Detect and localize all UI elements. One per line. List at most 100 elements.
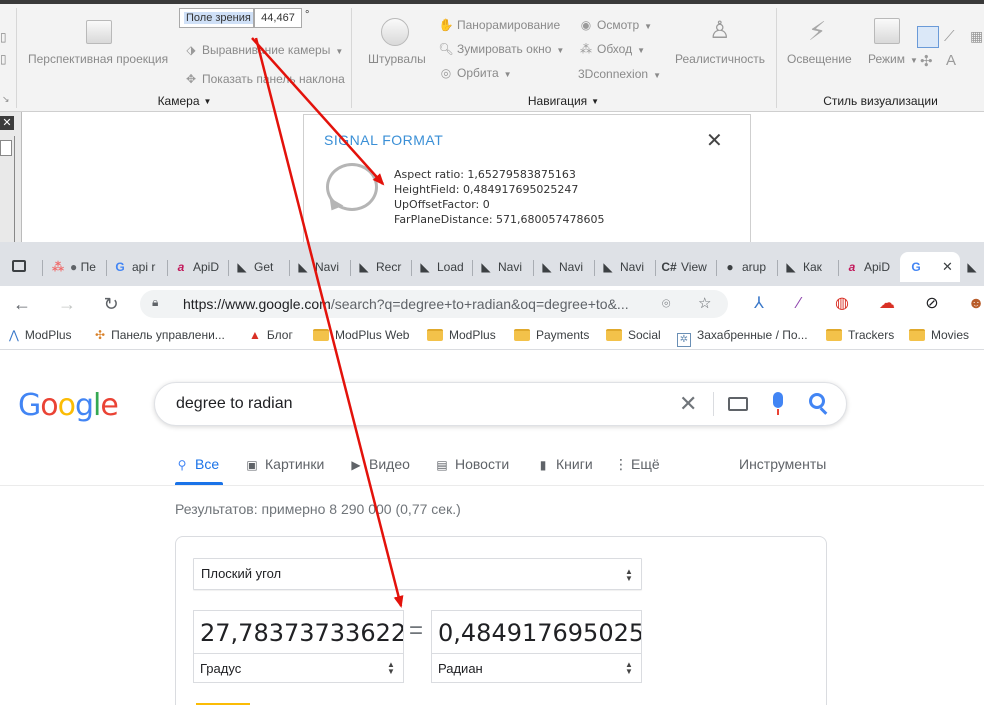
google-logo[interactable]: Google [18, 388, 119, 423]
browser-tab[interactable]: ● arup [722, 252, 774, 282]
search-icon[interactable] [809, 393, 825, 409]
visual-style-panel-title[interactable]: Стиль визуализации [777, 94, 984, 108]
flashlight-icon[interactable]: ⚡ [808, 16, 832, 46]
from-unit-select[interactable]: Градус ▲ ▼ [193, 653, 404, 683]
grid-icon[interactable]: ▦ [970, 28, 983, 45]
close-icon[interactable]: ✕ [706, 131, 723, 151]
bookmark-folder[interactable]: ModPlus Web [313, 327, 409, 343]
browser-tab[interactable]: ◣ Как [783, 252, 835, 282]
reload-icon[interactable]: ↻ [98, 291, 124, 317]
avatar-extension-icon[interactable]: ☻ [966, 294, 984, 314]
bookmark-habr[interactable]: ✲ Захабренные / По... [677, 327, 808, 347]
browser-tab[interactable]: ◣ Recr [356, 252, 408, 282]
to-value-input[interactable]: 0,484917695025247 [431, 610, 642, 654]
perspective-cube-icon[interactable] [86, 20, 112, 44]
mode-button[interactable]: Режим ▼ [868, 52, 918, 66]
bookmark-modplus[interactable]: ⋀ ModPlus [9, 327, 72, 343]
close-icon[interactable]: ✕ [942, 259, 953, 274]
forward-arrow-icon[interactable]: → [54, 291, 80, 317]
back-arrow-icon[interactable]: ← [9, 291, 35, 317]
align-camera-button[interactable]: ⬗ Выравнивание камеры ▼ [183, 43, 343, 57]
tab-all[interactable]: ⚲ Все [175, 456, 220, 472]
navigation-panel-title[interactable]: Навигация ▼ [352, 94, 775, 108]
zoom-window-button[interactable]: 🔍︎ Зумировать окно ▼ [438, 42, 564, 56]
play-icon: ▶ [351, 458, 361, 472]
address-bar[interactable]: 🔒︎ https://www.google.com/search?q=degre… [140, 290, 728, 318]
feather-extension-icon[interactable]: ⁄ [789, 294, 809, 314]
browser-tab[interactable]: ◣ [964, 252, 984, 282]
walk-button[interactable]: ⁂ Обход ▼ [578, 42, 645, 56]
clipped-left-icon-1[interactable]: ▯ [0, 30, 7, 44]
realism-button[interactable]: Реалистичность [675, 52, 765, 66]
perspective-projection-button[interactable]: Перспективная проекция [28, 52, 168, 66]
autodesk-icon: ◣ [603, 260, 613, 274]
mode-cube-icon[interactable] [874, 18, 900, 44]
wireframe-box-icon[interactable] [917, 26, 939, 48]
browser-tab[interactable]: ◣ Get [234, 252, 286, 282]
steering-wheels-button[interactable]: Штурвалы [368, 52, 426, 66]
close-icon[interactable]: ✕ [0, 116, 14, 130]
bookmark-folder[interactable]: Social [606, 327, 661, 343]
clipped-left-dropdown[interactable]: ↘ [2, 94, 10, 105]
browser-tab[interactable]: ◣ Load [417, 252, 469, 282]
acrobat-extension-icon[interactable]: ⅄ [749, 294, 769, 314]
keyboard-icon[interactable] [728, 397, 748, 411]
text-a-icon[interactable]: A [946, 52, 956, 69]
bookmark-folder[interactable]: ModPlus [427, 327, 496, 343]
active-browser-tab[interactable]: G ✕ [900, 252, 960, 282]
bookmark-star-icon[interactable]: ☆ [698, 294, 711, 312]
from-value[interactable]: 27,7837373362274 [200, 611, 403, 654]
tab-more[interactable]: ⋮ Ещё [614, 456, 660, 473]
look-around-button[interactable]: ◉ Осмотр ▼ [578, 18, 652, 32]
fov-value-input[interactable]: 44,467 [254, 8, 302, 28]
search-query[interactable]: degree to radian [176, 383, 293, 425]
browser-tab[interactable]: a ApiD [173, 252, 225, 282]
bookmark-folder[interactable]: Movies [909, 327, 969, 343]
browser-tab[interactable]: a ApiD [844, 252, 896, 282]
browser-tab[interactable]: Gapi r [112, 252, 164, 282]
clipped-left-icon-2[interactable]: ▯ [0, 52, 7, 66]
browser-tab[interactable]: ⁂ ● Пе [50, 252, 102, 282]
3dconnexion-button[interactable]: 3Dconnexion ▼ [578, 67, 661, 81]
document-icon[interactable] [0, 140, 12, 156]
pan-button[interactable]: ✋ Панорамирование [438, 18, 561, 32]
to-value[interactable]: 0,484917695025247 [438, 611, 641, 654]
browser-tab[interactable]: ◣ Navi [539, 252, 591, 282]
search-box[interactable]: degree to radian ✕ [154, 382, 847, 426]
target-extension-icon[interactable]: ◍ [832, 294, 852, 314]
location-icon[interactable]: ⌾ [662, 295, 670, 312]
steering-wheels-icon[interactable] [381, 18, 409, 46]
dialog-line-heightfield: HeightField: 0,484917695025247 [394, 183, 579, 196]
show-tilt-panel-button[interactable]: ✥ Показать панель наклона [183, 72, 345, 86]
tab-actions-icon[interactable] [12, 260, 26, 272]
edge-line-icon[interactable]: ⟋ [944, 28, 955, 45]
browser-tab[interactable]: ◣ Navi [478, 252, 530, 282]
fov-unit: ° [305, 9, 310, 21]
block-extension-icon[interactable]: ⊘ [922, 294, 942, 314]
bookmark-control-panel[interactable]: ✣ Панель управлени... [95, 327, 225, 343]
explode-icon[interactable]: ✣ [920, 52, 933, 70]
unit-type-select[interactable]: Плоский угол ▲ ▼ [193, 558, 642, 590]
browser-tab[interactable]: C# View [661, 252, 713, 282]
tab-news[interactable]: ▤ Новости [435, 456, 509, 472]
bookmark-folder[interactable]: Payments [514, 327, 589, 343]
microphone-icon[interactable] [773, 392, 783, 408]
bookmark-blog[interactable]: ▲ Блог [249, 327, 293, 343]
to-unit-select[interactable]: Радиан ▲ ▼ [431, 653, 642, 683]
tools-button[interactable]: Инструменты [739, 456, 826, 472]
browser-tab[interactable]: ◣ Navi [600, 252, 652, 282]
tab-videos[interactable]: ▶ Видео [349, 456, 410, 472]
human-figure-icon[interactable]: ♙ [709, 16, 731, 46]
lighting-button[interactable]: Освещение [787, 52, 852, 66]
browser-tab[interactable]: ◣ Navi [295, 252, 347, 282]
cloud-extension-icon[interactable]: ☁ [877, 294, 897, 314]
camera-panel-title[interactable]: Камера ▼ [18, 94, 351, 108]
tab-images[interactable]: ▣ Картинки [245, 456, 324, 472]
orbit-button[interactable]: ◎ Орбита ▼ [438, 66, 512, 80]
from-value-input[interactable]: 27,7837373362274 [193, 610, 404, 654]
news-icon: ▤ [436, 458, 448, 472]
bookmark-folder[interactable]: Trackers [826, 327, 894, 343]
clear-icon[interactable]: ✕ [679, 391, 697, 417]
tab-books[interactable]: ▮ Книги [536, 456, 593, 472]
panel-divider [14, 136, 15, 242]
